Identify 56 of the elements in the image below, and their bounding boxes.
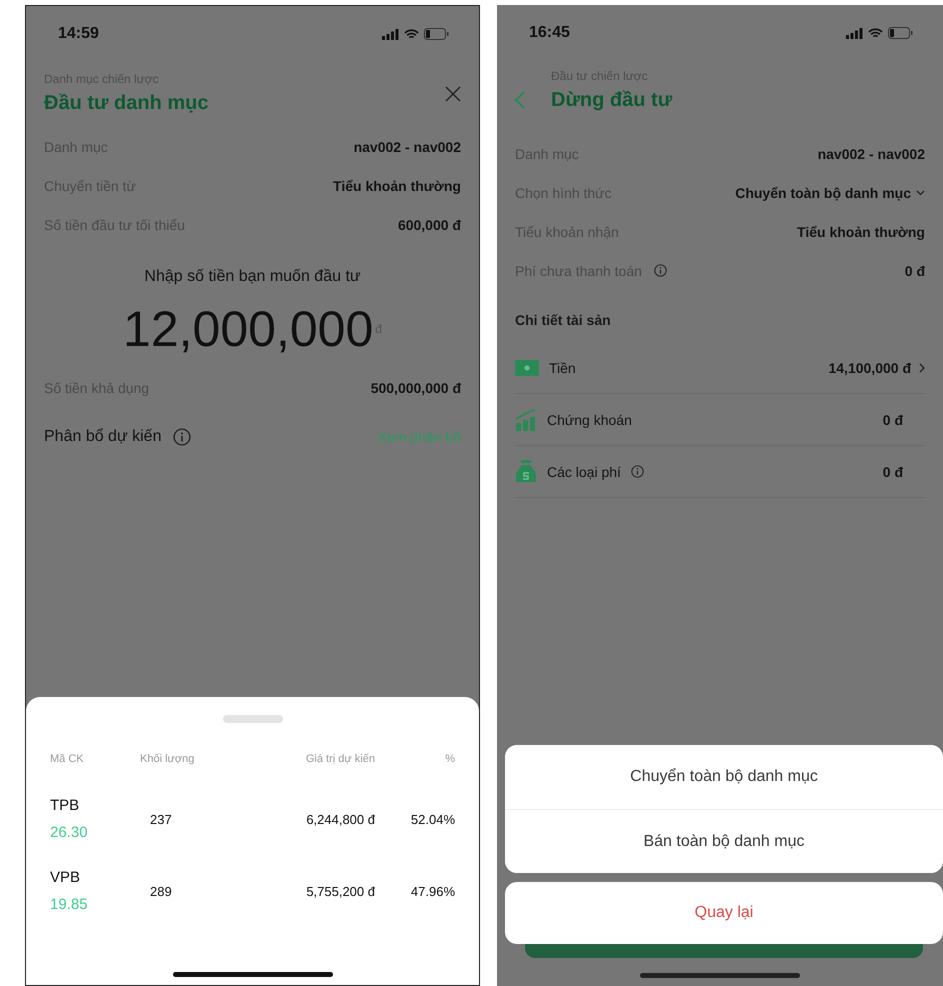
screen-title: Dừng đầu tư: [551, 89, 672, 112]
table-cell-text: 5,755,200 đ: [305, 884, 375, 898]
asset-value: 0 đ: [882, 412, 903, 428]
status-time: 14:59: [58, 25, 99, 43]
row-value: 0 đ: [904, 262, 925, 278]
info-icon[interactable]: [173, 428, 192, 446]
chevron-down-icon: [916, 190, 925, 196]
signal-icon: [846, 28, 863, 38]
status-time: 16:45: [529, 24, 570, 42]
battery-icon: [424, 28, 449, 40]
table-cell-text: 237: [149, 812, 173, 826]
table-cell-text: 47.96%: [410, 884, 455, 898]
allocation-label: Phân bổ dự kiến: [44, 428, 162, 446]
wifi-icon: [868, 28, 883, 38]
row-value: 500,000,000 đ: [370, 380, 461, 396]
column-header: Mã CK: [50, 753, 85, 767]
asset-row[interactable]: Tiền 14,100,000 đ: [515, 342, 925, 394]
column-header: Khối lượng: [140, 753, 196, 767]
amount-prompt: Nhập số tiền bạn muốn đầu tư: [143, 268, 362, 286]
asset-row[interactable]: Chứng khoán 0 đ: [515, 394, 925, 446]
column-header: %: [444, 753, 455, 767]
asset-label: Chứng khoán: [547, 412, 632, 428]
amount-field[interactable]: 12,000,000: [123, 300, 374, 358]
asset-label: Tiền: [549, 360, 576, 376]
stock-price: 26.30: [50, 824, 89, 841]
row-value: Tiểu khoản thường: [797, 224, 925, 240]
asset-row[interactable]: Các loại phí 0 đ: [515, 446, 925, 498]
asset-value: 0 đ: [882, 464, 903, 480]
table-cell-text: 52.04%: [410, 812, 455, 826]
info-icon[interactable]: [630, 465, 644, 478]
wifi-icon: [404, 28, 419, 40]
signal-icon: [382, 28, 399, 40]
battery-icon: [888, 27, 913, 39]
chevron-right-icon[interactable]: [919, 362, 925, 372]
action-option[interactable]: Bán toàn bộ danh mục: [505, 809, 943, 873]
stock-price: 19.85: [50, 896, 89, 913]
info-icon[interactable]: [654, 264, 667, 277]
row-value: Tiểu khoản thường: [333, 178, 461, 194]
bar-chart-icon: [515, 408, 537, 430]
screen-title: Đầu tư danh mục: [44, 92, 208, 115]
drag-handle[interactable]: [222, 715, 282, 723]
stock-code: TPB: [50, 797, 80, 814]
asset-label: Các loại phí: [547, 464, 621, 480]
method-dropdown[interactable]: Chuyển toàn bộ danh mục: [735, 184, 925, 200]
banknote-icon: [515, 360, 539, 376]
row-value: 600,000 đ: [398, 216, 461, 232]
row-value: nav002 - nav002: [354, 138, 461, 154]
section-title: Chi tiết tài sản: [515, 312, 612, 328]
asset-value: 14,100,000 đ: [828, 360, 911, 376]
money-bag-icon: [515, 460, 537, 484]
row-value: nav002 - nav002: [818, 146, 925, 162]
table-cell-text: 289: [149, 884, 173, 898]
close-icon[interactable]: [445, 86, 461, 102]
table-cell-text: 6,244,800 đ: [305, 812, 375, 826]
stock-code: VPB: [50, 869, 82, 886]
column-header: Giá trị dự kiến: [304, 753, 375, 767]
